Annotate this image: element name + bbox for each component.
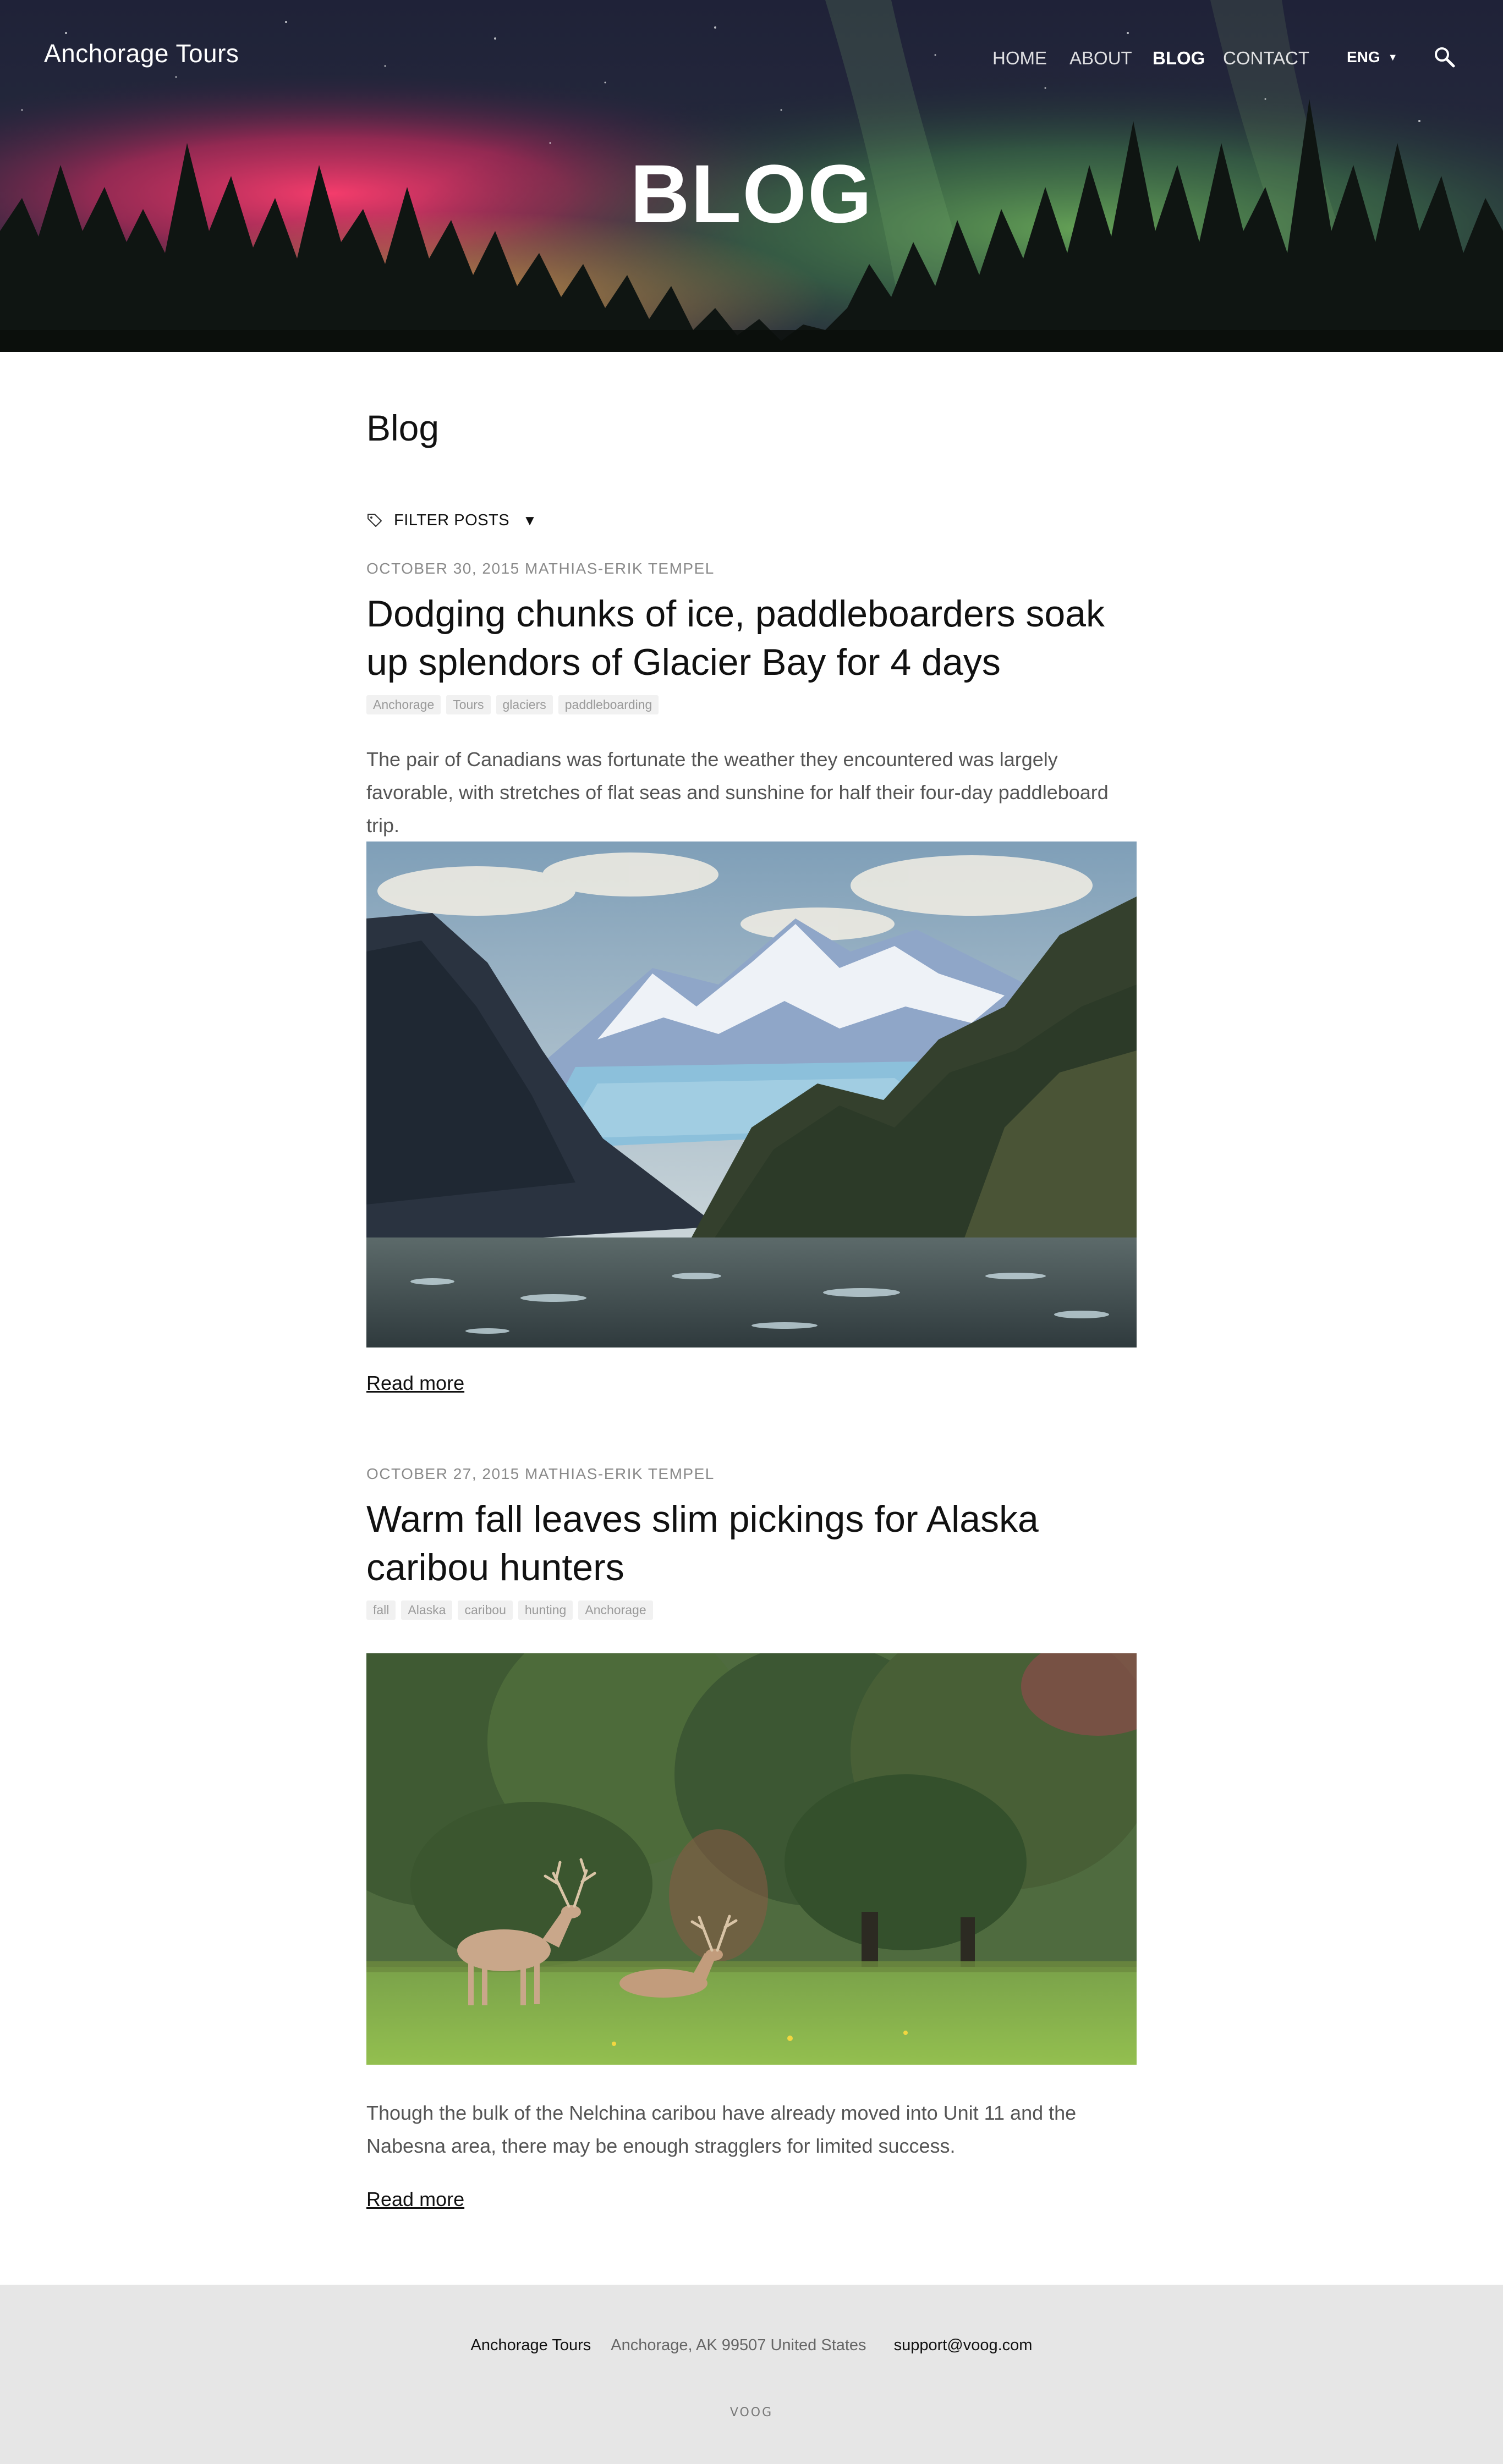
tag-chip[interactable]: Tours	[446, 695, 491, 714]
nav-item-contact[interactable]: CONTACT	[1223, 48, 1309, 69]
footer-contact-row: Anchorage Tours Anchorage, AK 99507 Unit…	[0, 2336, 1503, 2355]
language-selector[interactable]: ENG ▼	[1347, 48, 1398, 66]
post-meta: OCTOBER 27, 2015 MATHIAS-ERIK TEMPEL	[366, 1465, 715, 1482]
nav-item-about[interactable]: ABOUT	[1069, 48, 1132, 69]
tag-chip[interactable]: glaciers	[496, 695, 553, 714]
search-icon[interactable]	[1433, 45, 1457, 69]
post-title[interactable]: Dodging chunks of ice, paddleboarders so…	[366, 590, 1137, 686]
post-title[interactable]: Warm fall leaves slim pickings for Alask…	[366, 1495, 1137, 1592]
tag-chip[interactable]: Anchorage	[366, 695, 441, 714]
footer-address: Anchorage, AK 99507 United States	[611, 2336, 866, 2354]
post-image-glacier-bay[interactable]	[366, 842, 1137, 1348]
blog-post: OCTOBER 27, 2015 MATHIAS-ERIK TEMPEL War…	[366, 1465, 1137, 1620]
tag-chip[interactable]: fall	[366, 1601, 396, 1620]
post-image-deer-meadow[interactable]	[366, 1653, 1137, 2065]
read-more-link[interactable]: Read more	[366, 2188, 464, 2211]
caret-down-icon: ▼	[523, 512, 537, 529]
site-logo-title[interactable]: Anchorage Tours	[44, 38, 239, 68]
voog-logo[interactable]: VOOG	[0, 2406, 1503, 2419]
nav-item-blog[interactable]: BLOG	[1153, 48, 1205, 69]
blog-post: OCTOBER 30, 2015 MATHIAS-ERIK TEMPEL Dod…	[366, 560, 1137, 842]
nav-item-home[interactable]: HOME	[992, 48, 1047, 69]
site-footer: Anchorage Tours Anchorage, AK 99507 Unit…	[0, 2285, 1503, 2464]
tag-chip[interactable]: paddleboarding	[558, 695, 659, 714]
tag-chip[interactable]: Anchorage	[578, 1601, 653, 1620]
read-more-link[interactable]: Read more	[366, 1372, 464, 1395]
tag-chip[interactable]: caribou	[458, 1601, 513, 1620]
hero-heading: BLOG	[630, 147, 873, 240]
post-meta: OCTOBER 30, 2015 MATHIAS-ERIK TEMPEL	[366, 560, 715, 577]
caret-down-icon: ▼	[1387, 51, 1398, 63]
tag-chip[interactable]: hunting	[518, 1601, 573, 1620]
footer-brand: Anchorage Tours	[470, 2336, 591, 2354]
filter-posts-button[interactable]: FILTER POSTS ▼	[366, 510, 537, 530]
post-tags: fall Alaska caribou hunting Anchorage	[366, 1601, 1137, 1620]
footer-email-link[interactable]: support@voog.com	[894, 2336, 1033, 2355]
hero-banner: Anchorage Tours HOME ABOUT BLOG CONTACT …	[0, 0, 1503, 352]
post-excerpt: Though the bulk of the Nelchina caribou …	[366, 2102, 1077, 2157]
tag-chip[interactable]: Alaska	[401, 1601, 453, 1620]
language-label: ENG	[1347, 48, 1380, 65]
post-excerpt: The pair of Canadians was fortunate the …	[366, 748, 1109, 837]
page-title: Blog	[366, 408, 440, 448]
tag-icon	[367, 514, 382, 527]
post-tags: Anchorage Tours glaciers paddleboarding	[366, 695, 1137, 714]
filter-posts-label: FILTER POSTS	[394, 511, 510, 529]
